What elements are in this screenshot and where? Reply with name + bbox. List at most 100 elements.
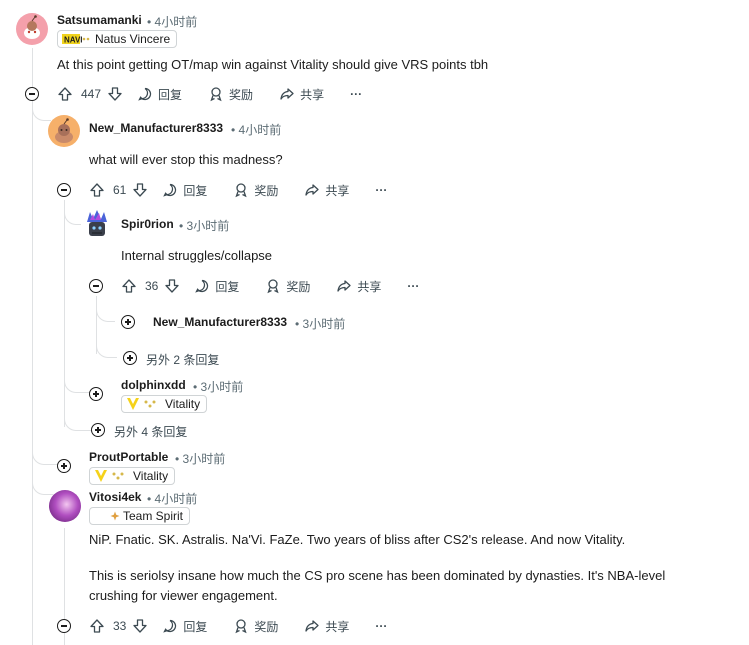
share-button[interactable]: 共享 [279, 86, 324, 103]
snoo-avatar-icon [87, 210, 107, 236]
thread-line-root[interactable] [32, 48, 33, 645]
avatar[interactable] [48, 115, 80, 147]
user-flair: Vitality [121, 395, 208, 413]
award-label: 奖励 [254, 619, 279, 634]
reply-button[interactable]: 回复 [194, 278, 239, 295]
expand-button[interactable] [89, 387, 103, 401]
share-button[interactable]: 共享 [304, 182, 349, 199]
plus-icon-v [97, 427, 99, 433]
minus-icon [29, 93, 35, 95]
award-button[interactable]: 奖励 [208, 86, 253, 103]
share-button[interactable]: 共享 [304, 618, 349, 635]
timestamp-text: 3小时前 [302, 317, 346, 331]
downvote-button[interactable] [132, 182, 148, 198]
minus-icon [61, 625, 67, 627]
comment-icon [138, 87, 152, 101]
upvote-icon [90, 183, 104, 197]
expand-more-replies-button[interactable] [91, 423, 105, 437]
username[interactable]: New_Manufacturer8333 [89, 121, 223, 135]
avatar[interactable] [16, 13, 48, 45]
avatar[interactable] [49, 490, 81, 522]
vitality-logo-icon [127, 398, 156, 410]
user-flair: NAVI Natus Vincere [57, 30, 178, 48]
comment-icon [163, 619, 177, 633]
more-options-icon: ··· [407, 279, 420, 293]
expand-more-replies-button[interactable] [123, 351, 137, 365]
collapse-button[interactable] [57, 183, 71, 197]
comment-actions: 33 回复 奖励 共享 ··· [89, 614, 387, 638]
collapse-button[interactable] [57, 619, 71, 633]
reply-button[interactable]: 回复 [162, 182, 207, 199]
more-options-icon: ··· [375, 183, 388, 197]
separator: • [147, 15, 152, 29]
upvote-button[interactable] [89, 182, 105, 198]
thread-connector [64, 400, 91, 431]
share-icon [305, 620, 320, 632]
comment-text: crushing for viewer engagement. [89, 588, 278, 603]
downvote-icon [133, 183, 148, 197]
username[interactable]: Satsumamanki [57, 13, 142, 27]
downvote-icon [165, 279, 180, 293]
upvote-icon [90, 619, 104, 633]
separator: • [231, 123, 236, 137]
username[interactable]: dolphinxdd [121, 378, 186, 392]
more-options-button[interactable]: ··· [375, 619, 387, 633]
reply-label: 回复 [183, 183, 208, 198]
upvote-button[interactable] [57, 86, 73, 102]
upvote-icon [122, 279, 136, 293]
award-button[interactable]: 奖励 [233, 618, 278, 635]
award-button[interactable]: 奖励 [265, 278, 310, 295]
share-label: 共享 [357, 279, 382, 294]
more-options-button[interactable]: ··· [375, 183, 387, 197]
downvote-button[interactable] [164, 278, 180, 294]
separator: • [179, 219, 184, 233]
thread-connector [32, 470, 53, 495]
username[interactable]: New_Manufacturer8333 [153, 315, 287, 329]
separator: • [193, 380, 198, 394]
more-options-button[interactable]: ··· [350, 87, 362, 101]
upvote-button[interactable] [121, 278, 137, 294]
expand-button[interactable] [121, 315, 135, 329]
username[interactable]: ProutPortable [89, 450, 168, 464]
vitality-logo-icon [95, 470, 124, 482]
avatar[interactable] [81, 208, 113, 240]
username[interactable]: Spir0rion [121, 217, 174, 231]
share-button[interactable]: 共享 [336, 278, 381, 295]
snoo-avatar-icon [55, 118, 73, 143]
more-replies-link[interactable]: 另外 2 条回复 [146, 351, 219, 368]
share-label: 共享 [325, 619, 350, 634]
award-label: 奖励 [254, 183, 279, 198]
reply-button[interactable]: 回复 [137, 86, 182, 103]
award-icon [210, 87, 222, 102]
plus-icon-v [95, 391, 97, 397]
award-icon [235, 183, 247, 198]
timestamp-text: 3小时前 [186, 219, 230, 233]
collapse-button[interactable] [89, 279, 103, 293]
upvote-button[interactable] [89, 618, 105, 634]
thread-connector [96, 330, 117, 358]
comment-text: This is seriolsy insane how much the CS … [89, 568, 666, 583]
comment-text: At this point getting OT/map win against… [57, 57, 489, 72]
downvote-button[interactable] [132, 618, 148, 634]
plus-icon-v [129, 355, 131, 361]
expand-button[interactable] [57, 459, 71, 473]
plus-icon-v [127, 319, 129, 325]
thread-line-c2[interactable] [64, 207, 65, 427]
comment-icon [195, 279, 209, 293]
reply-button[interactable]: 回复 [162, 618, 207, 635]
collapse-button[interactable] [25, 87, 39, 101]
downvote-icon [133, 619, 148, 633]
comment-text: Internal struggles/collapse [121, 248, 273, 263]
more-options-button[interactable]: ··· [407, 279, 419, 293]
vote-count: 33 [113, 619, 127, 633]
share-label: 共享 [300, 87, 325, 102]
more-replies-link[interactable]: 另外 4 条回复 [114, 423, 187, 440]
downvote-button[interactable] [107, 86, 123, 102]
reply-label: 回复 [158, 87, 183, 102]
award-button[interactable]: 奖励 [233, 182, 278, 199]
username[interactable]: Vitosi4ek [89, 490, 141, 504]
vote-count: 61 [113, 183, 127, 197]
award-label: 奖励 [229, 87, 254, 102]
user-flair: Vitality [89, 467, 176, 485]
vote-count: 447 [81, 87, 102, 101]
